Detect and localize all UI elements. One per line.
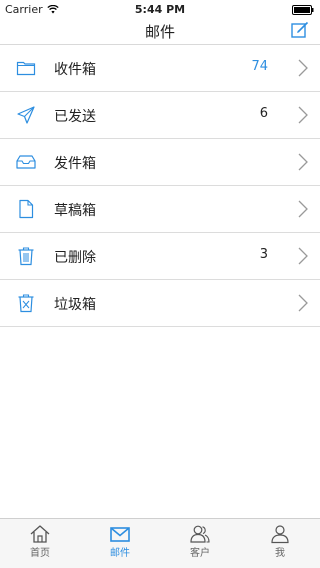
chevron-right-icon bbox=[298, 247, 308, 265]
folder-row-inbox[interactable]: 收件箱 74 bbox=[0, 45, 320, 92]
folder-label: 发件箱 bbox=[54, 156, 96, 172]
folder-label: 收件箱 bbox=[54, 62, 96, 78]
folder-label: 已发送 bbox=[54, 109, 96, 125]
mail-icon bbox=[110, 527, 130, 542]
send-icon bbox=[17, 106, 35, 124]
folder-count: 6 bbox=[259, 106, 268, 121]
folder-row-junk[interactable]: 垃圾箱 bbox=[0, 280, 320, 327]
folder-count: 3 bbox=[259, 247, 268, 262]
tab-me[interactable]: 我 bbox=[240, 519, 320, 568]
tab-bar: 首页 邮件 客户 我 bbox=[0, 518, 320, 568]
page-title: 邮件 bbox=[144, 23, 175, 41]
home-icon bbox=[30, 525, 50, 543]
tab-mail[interactable]: 邮件 bbox=[80, 519, 160, 568]
tab-label: 我 bbox=[275, 548, 285, 559]
folder-row-sent[interactable]: 已发送 6 bbox=[0, 92, 320, 139]
folder-count: 74 bbox=[251, 59, 268, 74]
battery-icon bbox=[292, 5, 314, 15]
chevron-right-icon bbox=[298, 153, 308, 171]
folder-icon bbox=[16, 61, 36, 76]
tab-label: 首页 bbox=[30, 548, 50, 559]
status-time: 5:44 PM bbox=[134, 3, 186, 16]
tab-label: 邮件 bbox=[110, 548, 130, 559]
folder-row-drafts[interactable]: 草稿箱 bbox=[0, 186, 320, 233]
folder-list: 收件箱 74 已发送 6 发件箱 草稿箱 已删除 3 垃圾箱 bbox=[0, 45, 320, 327]
profile-icon bbox=[271, 525, 289, 544]
chevron-right-icon bbox=[298, 200, 308, 218]
trash-icon bbox=[18, 247, 34, 266]
customers-icon bbox=[190, 525, 210, 543]
outbox-tray-icon bbox=[16, 155, 36, 169]
folder-label: 垃圾箱 bbox=[54, 297, 96, 313]
folder-label: 草稿箱 bbox=[54, 203, 96, 219]
junk-bin-icon bbox=[18, 294, 34, 313]
nav-bar: 邮件 bbox=[0, 20, 320, 44]
folder-row-deleted[interactable]: 已删除 3 bbox=[0, 233, 320, 280]
chevron-right-icon bbox=[298, 59, 308, 77]
draft-document-icon bbox=[19, 199, 34, 219]
tab-customers[interactable]: 客户 bbox=[160, 519, 240, 568]
compose-icon[interactable] bbox=[290, 20, 310, 40]
tab-home[interactable]: 首页 bbox=[0, 519, 80, 568]
folder-label: 已删除 bbox=[54, 250, 96, 266]
folder-row-outbox[interactable]: 发件箱 bbox=[0, 139, 320, 186]
tab-label: 客户 bbox=[190, 548, 210, 559]
chevron-right-icon bbox=[298, 294, 308, 312]
chevron-right-icon bbox=[298, 106, 308, 124]
status-bar: Carrier 5:44 PM bbox=[0, 0, 320, 20]
